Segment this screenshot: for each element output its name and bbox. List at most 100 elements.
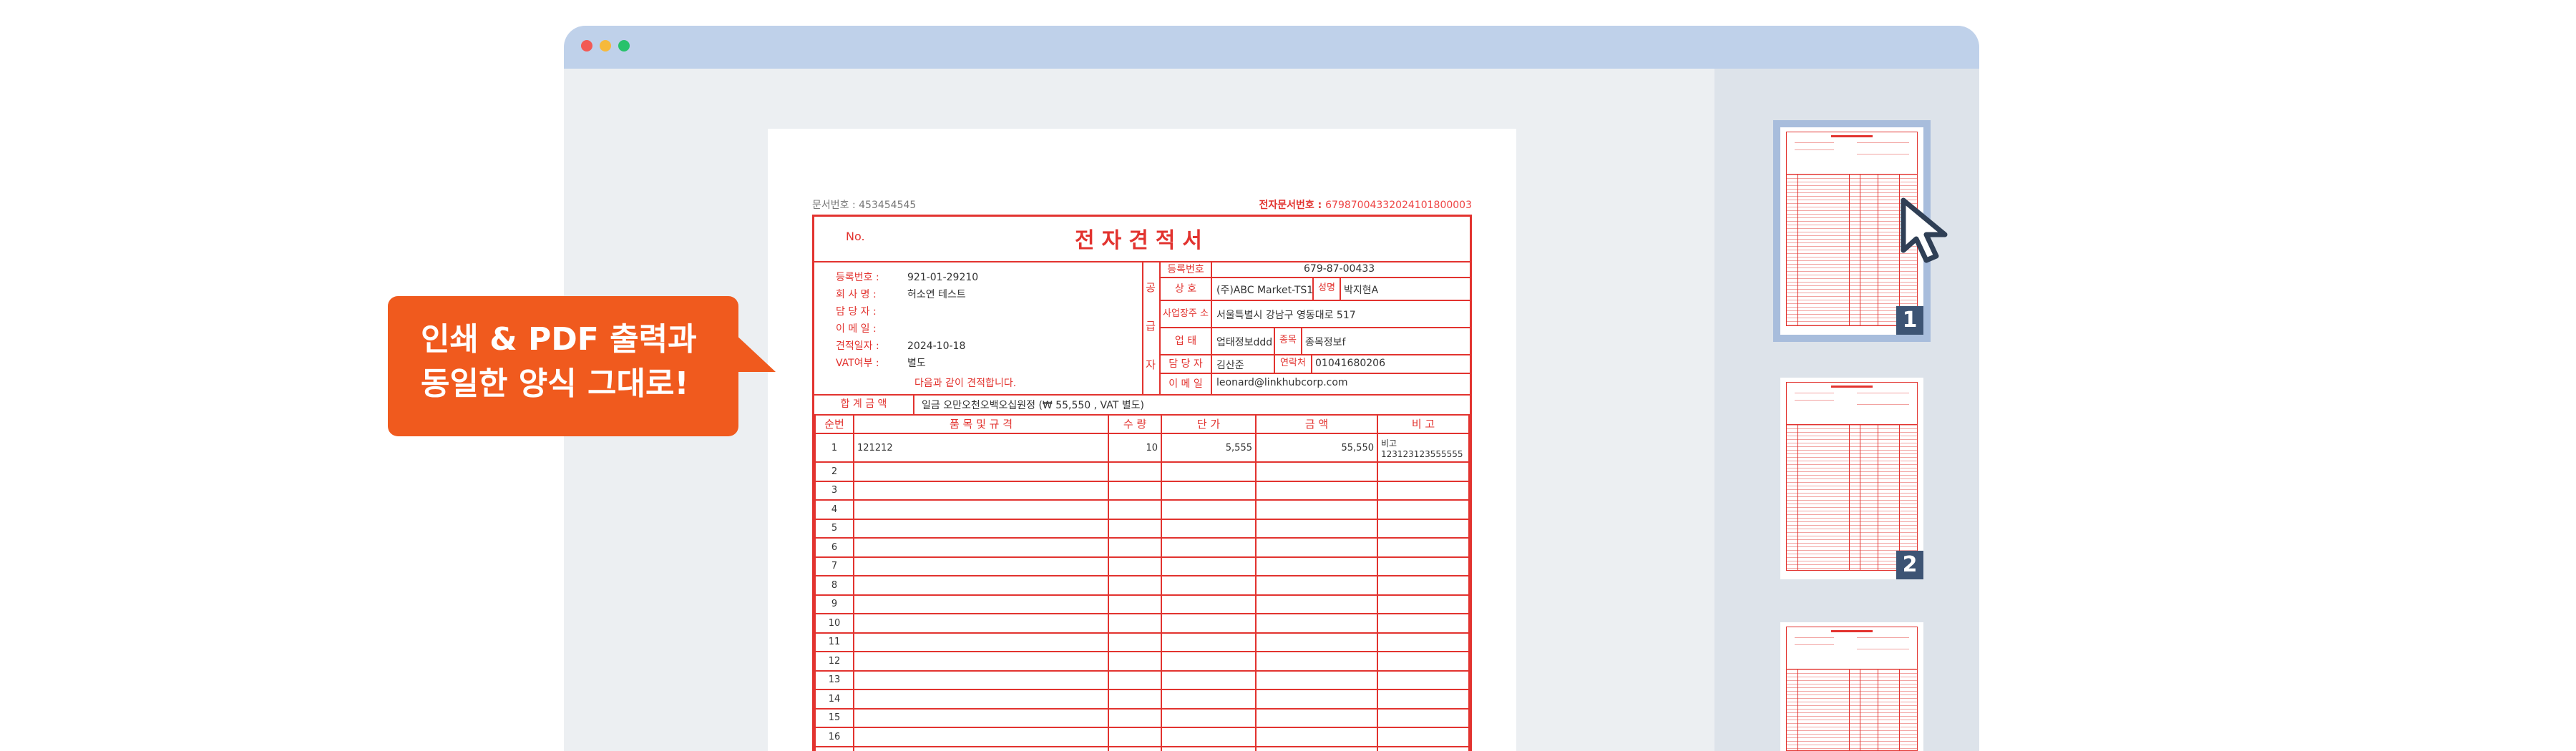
table-cell: [1108, 518, 1162, 539]
table-cell: [1161, 499, 1257, 520]
table-cell: [1255, 480, 1378, 501]
supplier-reg-row: 등록번호 679-87-00433: [1161, 261, 1470, 278]
table-cell: [853, 518, 1109, 539]
table-cell: [1108, 575, 1162, 596]
supplier-info: 등록번호 679-87-00433 상 호 (주)ABC Market-TS1 …: [1161, 261, 1470, 394]
total-amount-row: 합 계 금 액 일금 오만오천오백오십원정 (₩ 55,550 , VAT 별도…: [814, 394, 1470, 416]
title-bar: [564, 26, 1979, 69]
supplier-company-row: 상 호 (주)ABC Market-TS1 성명 박지현A: [1161, 277, 1470, 301]
feature-callout: 인쇄 & PDF 출력과 동일한 양식 그대로!: [388, 296, 738, 436]
page-number-badge: 1: [1896, 306, 1923, 335]
thumbnail-preview: [1786, 132, 1918, 326]
table-cell: [853, 594, 1109, 614]
table-row: 10: [814, 613, 1470, 634]
table-cell: [1108, 689, 1162, 710]
supplier-business-row: 업 태 업태정보ddd 종목 종목정보f: [1161, 327, 1470, 355]
table-cell: [1108, 727, 1162, 747]
table-cell: [853, 556, 1109, 576]
table-cell: [853, 499, 1109, 520]
table-row: 11: [814, 632, 1470, 652]
table-cell: 8: [814, 575, 854, 596]
table-cell: [1108, 651, 1162, 672]
document-title: 전자견적서: [1075, 228, 1209, 253]
table-cell: [853, 575, 1109, 596]
table-row: 13: [814, 669, 1470, 690]
table-cell: [1377, 537, 1470, 558]
table-row: 15: [814, 707, 1470, 728]
supplier-address-row: 사업장주 소 서울특별시 강남구 영동대로 517: [1161, 300, 1470, 328]
table-cell: [1377, 575, 1470, 596]
info-row: 회 사 명 : 허소연 테스트: [836, 289, 966, 300]
table-cell: [1161, 613, 1257, 634]
table-cell: 10: [1108, 433, 1162, 463]
table-cell: [1108, 632, 1162, 652]
table-row: 8: [814, 575, 1470, 596]
page-number-badge: 2: [1896, 551, 1923, 579]
table-cell: 3: [814, 480, 854, 501]
mouse-cursor-icon: [1901, 197, 1948, 263]
table-cell: [853, 613, 1109, 634]
table-row: 7: [814, 556, 1470, 576]
table-cell: [1161, 537, 1257, 558]
table-cell: [1108, 745, 1162, 751]
table-cell: [1255, 745, 1378, 751]
table-cell: [853, 632, 1109, 652]
table-cell: 16: [814, 727, 854, 747]
table-cell: [1377, 556, 1470, 576]
table-cell: [853, 669, 1109, 690]
table-cell: [1161, 556, 1257, 576]
table-cell: [1108, 499, 1162, 520]
table-cell: 13: [814, 669, 854, 690]
table-cell: 1: [814, 433, 854, 463]
table-cell: [1108, 594, 1162, 614]
table-row: 9: [814, 594, 1470, 614]
table-cell: 121212: [853, 433, 1109, 463]
table-cell: [1377, 745, 1470, 751]
table-cell: [1377, 461, 1470, 482]
table-cell: 14: [814, 689, 854, 710]
table-cell: 55,550: [1255, 433, 1378, 463]
table-row: 3: [814, 480, 1470, 501]
table-cell: [1161, 518, 1257, 539]
table-cell: [1255, 537, 1378, 558]
recipient-info: 등록번호 :921-01-29210 회 사 명 : 허소연 테스트 담 당 자 …: [814, 261, 1143, 394]
table-cell: [1377, 651, 1470, 672]
info-row: 등록번호 :921-01-29210: [836, 272, 979, 283]
doc-number: 문서번호 : 453454545: [812, 200, 917, 211]
table-cell: [1255, 727, 1378, 747]
app-window: 문서번호 : 453454545 전자문서번호 : 67987004332024…: [564, 26, 1979, 751]
table-cell: 12: [814, 651, 854, 672]
table-cell: [1377, 518, 1470, 539]
table-cell: 9: [814, 594, 854, 614]
table-cell: [1377, 669, 1470, 690]
table-cell: 17: [814, 745, 854, 751]
minimize-window-button[interactable]: [600, 40, 611, 51]
supplier-tag: 공 급 자: [1142, 261, 1161, 394]
table-cell: [1255, 669, 1378, 690]
table-cell: [853, 480, 1109, 501]
page-thumbnail-3[interactable]: [1780, 622, 1923, 751]
close-window-button[interactable]: [581, 40, 592, 51]
table-cell: [1108, 707, 1162, 728]
table-cell: [1108, 613, 1162, 634]
table-row: 17: [814, 745, 1470, 751]
form-title-row: No. 전자견적서: [814, 217, 1470, 262]
maximize-window-button[interactable]: [618, 40, 630, 51]
table-cell: 비고 123123123555555: [1377, 433, 1470, 463]
table-cell: [1255, 461, 1378, 482]
info-row: 담 당 자 :: [836, 306, 877, 318]
table-cell: [1255, 651, 1378, 672]
table-row: 1 121212 10 5,555 55,550 비고 123123123555555: [814, 433, 1470, 463]
table-cell: 15: [814, 707, 854, 728]
table-cell: 2: [814, 461, 854, 482]
items-table: 순번 품 목 및 규 격 수 량 단 가 금 액 비 고 1 121212 10 5,…: [814, 414, 1470, 751]
table-cell: [853, 689, 1109, 710]
table-cell: 11: [814, 632, 854, 652]
table-cell: [1377, 480, 1470, 501]
table-cell: [853, 461, 1109, 482]
page-thumbnail-2[interactable]: 2: [1780, 378, 1923, 579]
table-cell: [853, 745, 1109, 751]
info-row: 견적일자 :2024-10-18: [836, 340, 966, 352]
table-cell: [1161, 575, 1257, 596]
table-cell: [1161, 594, 1257, 614]
